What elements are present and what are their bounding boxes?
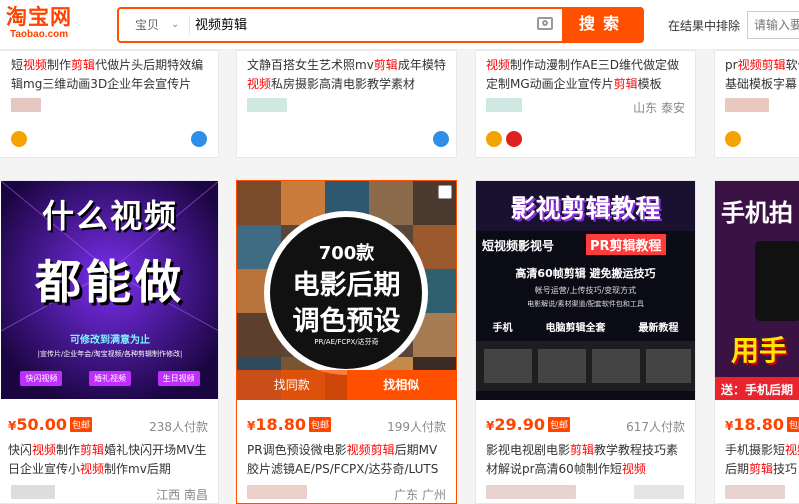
search-box: 宝贝 ⌄ 搜索 [117, 7, 644, 43]
price: ¥18.80包邮 [725, 415, 799, 434]
product-title[interactable]: 影视电视剧电影剪辑教学教程技巧素 材解说pr高清60帧制作短视频 [486, 441, 695, 479]
location: 广东 广州 [394, 488, 446, 502]
sales-count: 199人付款 [387, 420, 446, 434]
shop-name-blurred [486, 485, 576, 499]
camera-icon[interactable] [537, 17, 553, 30]
product-title[interactable]: 视频制作动漫制作AE三D维代做定做 定制MG动画企业宣传片剪辑模板 [486, 56, 695, 94]
product-card[interactable]: 手机拍 用手 送：手机后期 ¥18.80包邮 手机摄影短视频 后期剪辑技巧 [714, 180, 799, 504]
find-same-button[interactable]: 找同款 [237, 370, 347, 400]
header: 淘宝网 Taobao.com 宝贝 ⌄ 搜索 在结果中排除 [0, 0, 799, 50]
product-title[interactable]: PR调色预设微电影视频剪辑后期MV 胶片滤镜AE/PS/FCPX/达芬奇/LUT… [247, 441, 456, 479]
banner-headline: 什么视频 [41, 197, 178, 235]
banner-pill: 生日视频 [157, 371, 200, 386]
banner-word: 电脑剪辑全套 [545, 323, 606, 334]
shop-name-blurred [725, 98, 769, 112]
price: ¥29.90 包邮 [486, 415, 570, 434]
banner-headline: 电影后期 [292, 270, 401, 301]
similar-icon[interactable] [438, 185, 452, 199]
price: ¥50.00 包邮 [8, 415, 92, 434]
find-similar-button[interactable]: 找相似 [346, 370, 456, 400]
product-card[interactable]: 什么视频 都能做 可修改到满意为止 |宣传片/企业年会/淘宝视频/各种剪辑制作修… [0, 180, 219, 504]
banner-line: 高清60帧剪辑 避免搬运技巧 [515, 267, 656, 280]
service-icon[interactable] [191, 131, 207, 147]
banner-tags: |宣传片/企业年会/淘宝视频/各种剪辑制作修改| [37, 350, 183, 358]
banner-line: 电影解说/素材渠道/配套软件包和工具 [527, 300, 644, 308]
product-card[interactable]: pr视频剪辑软件 基础模板字幕 [714, 50, 799, 158]
banner-pill: 婚礼视频 [88, 371, 131, 386]
exclude-label: 在结果中排除 [668, 19, 741, 33]
banner-headline-2: 调色预设 [292, 306, 401, 337]
exclude-input[interactable] [747, 11, 799, 39]
product-image[interactable]: 手机拍 用手 送：手机后期 [715, 181, 799, 400]
logo-domain: Taobao.com [10, 29, 69, 40]
banner-count: 700款 [318, 243, 375, 264]
banner-pills: 快闪视频 婚礼视频 生日视频 [7, 371, 213, 386]
logo-text: 淘宝网 [6, 5, 72, 29]
product-title[interactable]: 文静百搭女生艺术照mv剪辑成年模特 视频私房摄影高清电影教学素材 [247, 56, 456, 94]
banner-line: 帐号运营/上传技巧/变现方式 [534, 286, 637, 295]
search-button[interactable]: 搜索 [562, 7, 644, 43]
banner-small: PR/AE/FCPX/达芬奇 [314, 338, 379, 346]
shop-name-blurred [247, 98, 287, 112]
product-title[interactable]: 手机摄影短视频 后期剪辑技巧 [725, 441, 799, 479]
hover-action-bar: 找同款 找相似 [237, 370, 456, 400]
sales-count: 238人付款 [149, 420, 208, 434]
shop-name-blurred [11, 98, 41, 112]
product-title[interactable]: 快闪视频制作剪辑婚礼快闪开场MV生 日企业宣传小视频制作mv后期 [8, 441, 218, 479]
product-card[interactable]: 短视频制作剪辑代做片头后期特效编 辑mg三维动画3D企业年会宣传片 [0, 50, 219, 158]
free-shipping-badge: 包邮 [547, 417, 570, 432]
banner-headline: 影视剪辑教程 [510, 194, 661, 223]
product-card[interactable]: 视频制作动漫制作AE三D维代做定做 定制MG动画企业宣传片剪辑模板 山东 泰安 [475, 50, 696, 158]
free-shipping-badge: 包邮 [786, 417, 799, 432]
product-card[interactable]: 影视剪辑教程 短视频影视号 PR剪辑教程 高清60帧剪辑 避免搬运技巧 帐号运营… [475, 180, 696, 504]
free-shipping-badge: 包邮 [69, 417, 92, 432]
banner-headline: 手机拍 [721, 199, 793, 227]
shop-name-blurred [725, 485, 785, 499]
search-input[interactable] [195, 9, 525, 41]
banner-line: 手机 电脑剪辑全套 最新教程 [476, 319, 695, 334]
location: 江西 南昌 [156, 488, 208, 502]
search-scope-label: 宝贝 [135, 18, 160, 32]
search-scope-dropdown[interactable]: 宝贝 ⌄ [119, 9, 189, 41]
shop-name-blurred [486, 98, 522, 112]
banner-word: 手机 [492, 323, 513, 334]
gold-seller-icon [486, 131, 502, 147]
divider [189, 15, 190, 35]
product-image[interactable]: 什么视频 都能做 可修改到满意为止 |宣传片/企业年会/淘宝视频/各种剪辑制作修… [1, 181, 218, 399]
banner-tag: PR剪辑教程 [586, 234, 666, 255]
gold-seller-icon [725, 131, 741, 147]
banner-word: 最新教程 [638, 323, 679, 334]
shop-name-blurred [11, 485, 55, 499]
product-image[interactable]: 影视剪辑教程 短视频影视号 PR剪辑教程 高清60帧剪辑 避免搬运技巧 帐号运营… [476, 181, 695, 400]
taobao-logo[interactable]: 淘宝网 Taobao.com [6, 6, 106, 46]
free-shipping-badge: 包邮 [308, 417, 331, 432]
sales-count: 617人付款 [626, 420, 685, 434]
location-blurred [634, 485, 684, 499]
product-card[interactable]: 700款 电影后期 调色预设 PR/AE/FCPX/达芬奇 找同款 找相似 ¥1… [236, 180, 457, 504]
banner-subtitle: 可修改到满意为止 [70, 335, 150, 346]
chevron-down-icon: ⌄ [171, 19, 180, 30]
banner-line: 送：手机后期 [721, 383, 794, 397]
heart-icon [506, 131, 522, 147]
banner-line: 短视频影视号 [482, 239, 555, 253]
product-title[interactable]: pr视频剪辑软件 基础模板字幕 [725, 56, 799, 94]
gold-seller-icon [11, 131, 27, 147]
price: ¥18.80包邮 [247, 415, 331, 434]
product-image[interactable]: 700款 电影后期 调色预设 PR/AE/FCPX/达芬奇 [237, 181, 456, 400]
banner-headline-2: 用手 [731, 334, 788, 367]
banner-pill: 快闪视频 [20, 371, 63, 386]
location: 山东 泰安 [633, 101, 685, 115]
service-icon[interactable] [433, 131, 449, 147]
product-card[interactable]: 文静百搭女生艺术照mv剪辑成年模特 视频私房摄影高清电影教学素材 [236, 50, 457, 158]
product-title[interactable]: 短视频制作剪辑代做片头后期特效编 辑mg三维动画3D企业年会宣传片 [11, 56, 218, 94]
banner-headline-2: 都能做 [35, 255, 185, 309]
shop-name-blurred [247, 485, 307, 499]
